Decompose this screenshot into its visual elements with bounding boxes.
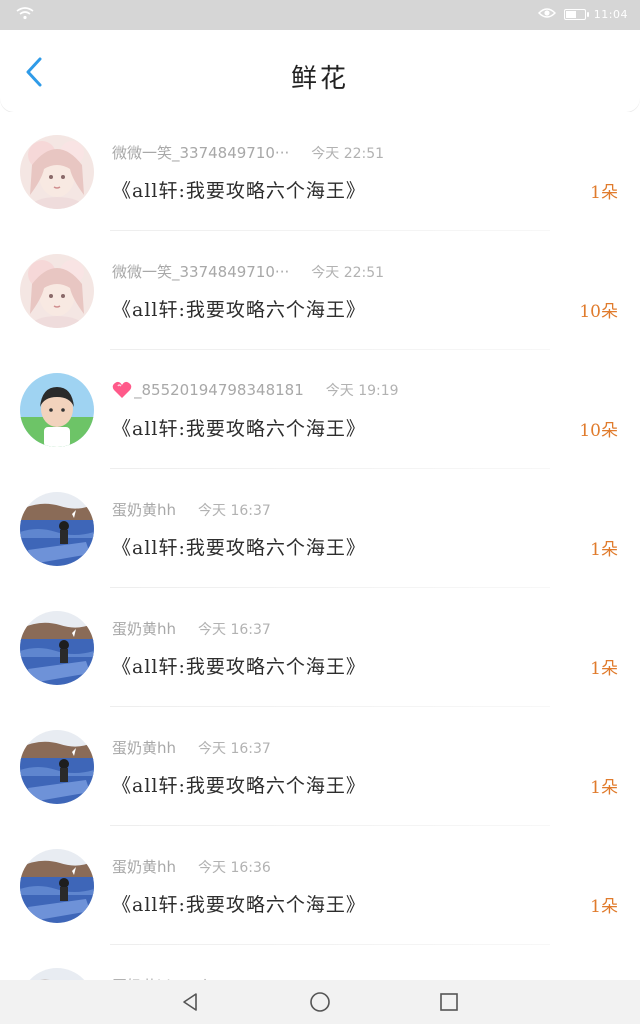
avatar[interactable] <box>20 373 94 447</box>
status-right: 11:04 <box>537 7 628 22</box>
status-bar: 11:04 <box>0 0 640 30</box>
book-title[interactable]: 《all轩:我要攻略六个海王》 <box>112 771 366 798</box>
wifi-icon <box>16 6 34 23</box>
row-meta: 微微一笑_3374849710··· 今天 22:51 <box>112 261 384 282</box>
gift-time: 今天 16:36 <box>198 859 271 876</box>
gift-row[interactable]: 微微一笑_3374849710··· 今天 22:51 《all轩:我要攻略六个海王… <box>0 231 640 350</box>
flower-count: 1朵 <box>590 183 618 203</box>
nav-home-button[interactable] <box>308 990 332 1014</box>
sender-name[interactable]: 微微一笑_3374849710··· <box>112 261 289 282</box>
gift-row[interactable]: 蛋奶黄hh 今天 16:37 《all轩:我要攻略六个海王》 1朵 <box>0 469 640 588</box>
row-meta: 蛋奶黄hh 今天 16:37 <box>112 499 271 520</box>
sender-name[interactable]: 蛋奶黄hh <box>112 618 176 639</box>
gift-time: 今天 19:19 <box>325 383 399 399</box>
gift-row[interactable]: 蛋奶黄hh 今天 16:37 《all轩:我要攻略六个海王》 1朵 <box>0 707 640 826</box>
sender-name[interactable]: _85520194798348181 <box>134 381 304 399</box>
row-meta: 微微一笑_3374849710··· 今天 22:51 <box>112 142 384 163</box>
row-meta: 蛋奶黄hh 今天 16:37 <box>112 618 271 639</box>
header: 鲜花 <box>0 30 640 112</box>
page-title: 鲜花 <box>290 64 349 94</box>
triangle-back-icon <box>183 993 197 1011</box>
book-title[interactable]: 《all轩:我要攻略六个海王》 <box>112 176 366 203</box>
clock: 11:04 <box>593 8 628 21</box>
gift-time: 今天 16:37 <box>198 621 271 638</box>
avatar[interactable] <box>20 730 94 804</box>
book-title[interactable]: 《all轩:我要攻略六个海王》 <box>112 533 366 560</box>
book-title[interactable]: 《all轩:我要攻略六个海王》 <box>112 414 366 441</box>
flower-count: 1朵 <box>590 659 618 679</box>
book-title[interactable]: 《all轩:我要攻略六个海王》 <box>112 652 366 679</box>
gift-list[interactable]: 微微一笑_3374849710··· 今天 22:51 《all轩:我要攻略六个海王… <box>0 112 640 980</box>
battery-icon <box>563 9 589 20</box>
avatar[interactable] <box>20 968 94 980</box>
heart-icon <box>112 381 132 399</box>
book-title[interactable]: 《all轩:我要攻略六个海王》 <box>112 890 366 917</box>
sender-name[interactable]: 蛋奶黄hh <box>112 856 176 877</box>
flower-count: 1朵 <box>590 540 618 560</box>
avatar[interactable] <box>20 135 94 209</box>
book-title[interactable]: 《all轩:我要攻略六个海王》 <box>112 295 366 322</box>
gift-row[interactable]: 蛋奶黄hh今天 <box>0 945 640 980</box>
eye-icon <box>537 7 556 22</box>
gift-time: 今天 22:51 <box>311 264 385 281</box>
gift-row[interactable]: 蛋奶黄hh 今天 16:37 《all轩:我要攻略六个海王》 1朵 <box>0 588 640 707</box>
screen: 11:04 鲜花 微微一笑_3374849710··· 今天 22:51 《all轩… <box>0 0 640 1024</box>
battery-level <box>565 11 576 18</box>
gift-time: 今天 22:51 <box>311 145 385 162</box>
flower-count: 10朵 <box>579 302 618 322</box>
flower-count: 10朵 <box>579 421 618 441</box>
square-recents-icon <box>440 993 458 1011</box>
nav-recents-button[interactable] <box>437 990 461 1014</box>
sender-name[interactable]: 蛋奶黄hh <box>112 499 176 520</box>
flower-count: 1朵 <box>590 778 618 798</box>
gift-time: 今天 16:37 <box>198 502 271 519</box>
row-meta: _85520194798348181 今天 19:19 <box>112 380 399 400</box>
gift-row[interactable]: 蛋奶黄hh 今天 16:36 《all轩:我要攻略六个海王》 1朵 <box>0 826 640 945</box>
system-nav-bar <box>0 980 640 1024</box>
avatar[interactable] <box>20 254 94 328</box>
avatar[interactable] <box>20 492 94 566</box>
row-meta: 蛋奶黄hh 今天 16:36 <box>112 856 271 877</box>
flower-count: 1朵 <box>590 897 618 917</box>
row-meta: 蛋奶黄hh 今天 16:37 <box>112 737 271 758</box>
circle-home-icon <box>310 992 330 1012</box>
avatar[interactable] <box>20 611 94 685</box>
nav-back-button[interactable] <box>179 990 203 1014</box>
gift-row[interactable]: _85520194798348181 今天 19:19 《all轩:我要攻略六个海王… <box>0 350 640 469</box>
gift-row[interactable]: 微微一笑_3374849710··· 今天 22:51 《all轩:我要攻略六个海王… <box>0 112 640 231</box>
gift-time: 今天 16:37 <box>198 740 271 757</box>
sender-name[interactable]: 蛋奶黄hh <box>112 737 176 758</box>
sender-name[interactable]: 微微一笑_3374849710··· <box>112 142 289 163</box>
avatar[interactable] <box>20 849 94 923</box>
